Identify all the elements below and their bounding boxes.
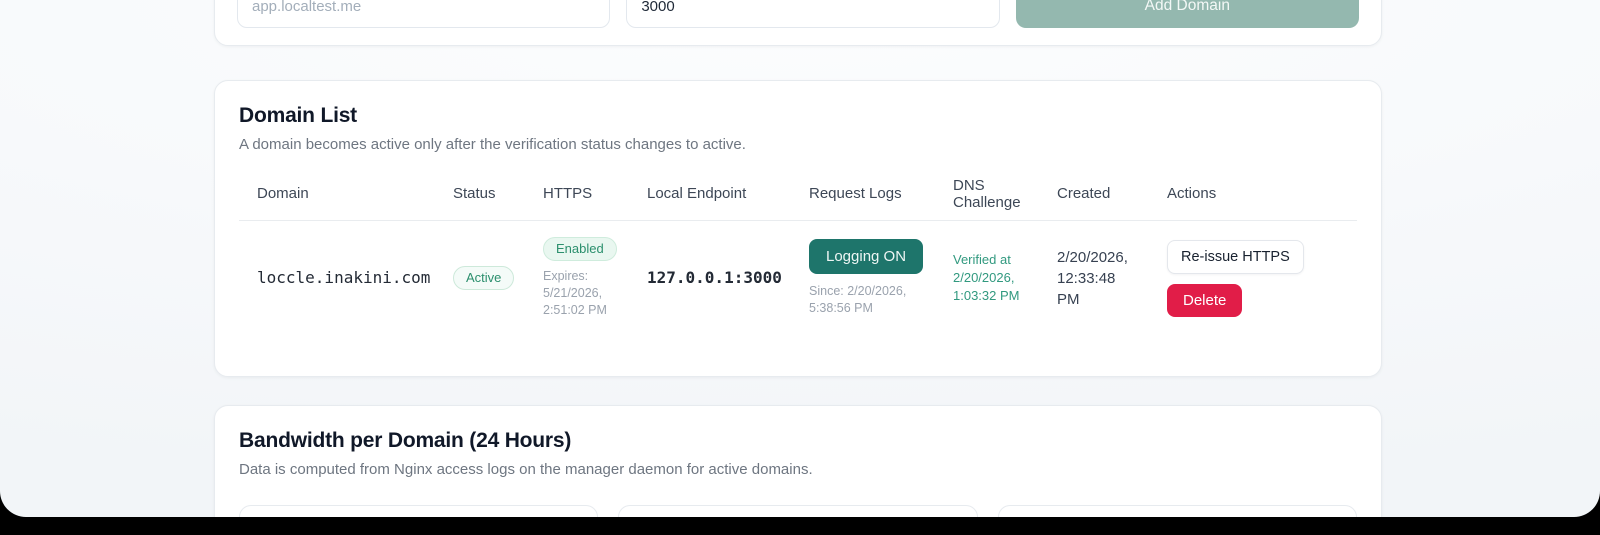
add-domain-form: Add Domain (237, 0, 1359, 28)
bandwidth-card: Bandwidth per Domain (24 Hours) Data is … (214, 405, 1382, 517)
bandwidth-tile (997, 505, 1357, 517)
cell-dns-challenge: Verified at 2/20/2026, 1:03:32 PM (953, 251, 1057, 305)
local-endpoint-value: 127.0.0.1:3000 (647, 268, 782, 287)
cell-https: Enabled Expires: 5/21/2026, 2:51:02 PM (543, 237, 647, 319)
logging-since-text: Since: 2/20/2026, 5:38:56 PM (809, 284, 907, 315)
table-row: loccle.inakini.com Active Enabled Expire… (239, 221, 1357, 335)
header-actions: Actions (1167, 185, 1217, 202)
bandwidth-tile (618, 505, 978, 517)
created-date-text: 2/20/2026, 12:33:48 PM (1057, 248, 1128, 308)
logging-toggle-button[interactable]: Logging ON (809, 239, 924, 274)
header-status: Status (453, 185, 496, 202)
domain-input[interactable] (237, 0, 611, 28)
port-input[interactable] (626, 0, 1000, 28)
delete-button[interactable]: Delete (1167, 283, 1243, 317)
cell-created: 2/20/2026, 12:33:48 PM (1057, 247, 1167, 310)
cell-domain: loccle.inakini.com (257, 268, 453, 288)
table-header-row: Domain Status HTTPS Local Endpoint Reque… (239, 167, 1357, 221)
reissue-https-button[interactable]: Re-issue HTTPS (1167, 239, 1304, 274)
domain-list-card: Domain List A domain becomes active only… (214, 80, 1382, 377)
header-created: Created (1057, 185, 1111, 202)
header-dns-challenge: DNS Challenge (953, 176, 1021, 211)
cell-local-endpoint: 127.0.0.1:3000 (647, 268, 809, 288)
cell-actions: Re-issue HTTPS Delete (1167, 239, 1347, 317)
bandwidth-tiles (239, 505, 1357, 517)
header-domain: Domain (257, 185, 309, 202)
dns-verified-text: Verified at 2/20/2026, 1:03:32 PM (953, 252, 1020, 303)
add-domain-button[interactable]: Add Domain (1015, 0, 1359, 28)
cell-status: Active (453, 266, 543, 290)
header-request-logs: Request Logs (809, 185, 902, 202)
bandwidth-subtitle: Data is computed from Nginx access logs … (239, 461, 813, 478)
https-status-badge: Enabled (543, 237, 617, 261)
bandwidth-tile (239, 505, 599, 517)
app-page: Add Domain Domain List A domain becomes … (0, 0, 1600, 517)
header-local-endpoint: Local Endpoint (647, 185, 747, 202)
https-expires-text: Expires: 5/21/2026, 2:51:02 PM (543, 269, 607, 317)
cell-request-logs: Logging ON Since: 2/20/2026, 5:38:56 PM (809, 239, 953, 317)
domain-list-subtitle: A domain becomes active only after the v… (239, 136, 746, 153)
header-https: HTTPS (543, 185, 593, 202)
status-badge: Active (453, 266, 515, 290)
bandwidth-title: Bandwidth per Domain (24 Hours) (239, 429, 572, 452)
domain-list-title: Domain List (239, 104, 357, 127)
domain-name: loccle.inakini.com (257, 268, 431, 287)
add-domain-card: Add Domain (214, 0, 1382, 46)
